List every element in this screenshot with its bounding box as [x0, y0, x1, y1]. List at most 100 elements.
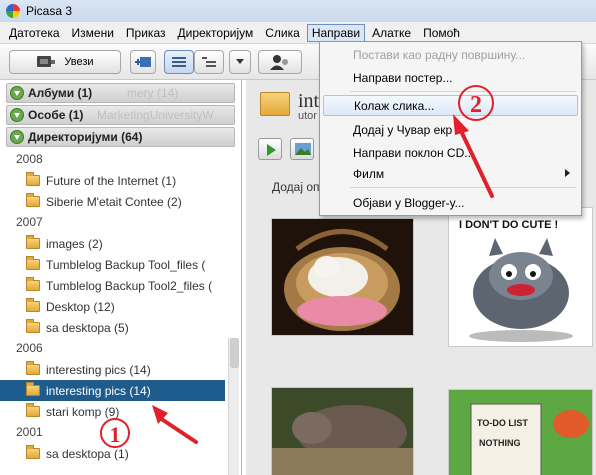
collapse-icon	[10, 86, 24, 100]
picasa-app-icon	[6, 4, 20, 18]
menu-separator	[350, 91, 576, 92]
folder-item[interactable]: Desktop (12)	[0, 296, 241, 317]
picture-collage-item[interactable]: Колаж слика...	[323, 95, 578, 116]
folder-label: Tumblelog Backup Tool_files (	[46, 257, 206, 272]
people-header[interactable]: Особе (1) MarketingUniversityW	[6, 105, 235, 125]
todo-cartoon-photo: TO-DO LIST NOTHING	[449, 390, 592, 475]
folder-label: Siberie M'etait Contee (2)	[46, 194, 182, 209]
photo-thumbnail[interactable]: TO-DO LIST NOTHING	[448, 389, 593, 475]
window-title: Picasa 3	[26, 4, 73, 18]
menu-separator	[350, 187, 576, 188]
year-label: 2007	[16, 215, 43, 229]
folder-item[interactable]: interesting pics (14)	[0, 359, 241, 380]
menu-file[interactable]: Датотека	[4, 24, 65, 42]
folder-item[interactable]: Tumblelog Backup Tool_files (	[0, 254, 241, 275]
albums-label: Албуми (1)	[28, 86, 93, 100]
folder-label: images (2)	[46, 236, 103, 251]
menu-create[interactable]: Направи	[306, 23, 366, 42]
import-button[interactable]: Увези	[9, 50, 121, 74]
folder-item[interactable]: stari komp (9)	[0, 401, 241, 422]
folder-label: sa desktopa (1)	[46, 446, 129, 461]
folder-icon	[26, 403, 40, 417]
folder-subtitle: utor	[298, 110, 317, 122]
sidebar-scrollbar[interactable]	[228, 338, 239, 475]
folder-icon	[26, 382, 40, 396]
folder-item[interactable]: Future of the Internet (1)	[0, 170, 241, 191]
folder-item[interactable]: sa desktopa (5)	[0, 317, 241, 338]
folder-icon	[260, 92, 290, 116]
folder-label: sa desktopa (5)	[46, 320, 129, 335]
folder-icon	[26, 277, 40, 291]
photo-thumbnail[interactable]	[271, 387, 414, 475]
menu-folder[interactable]: Директоријум	[172, 24, 258, 42]
menu-tools[interactable]: Алатке	[367, 24, 416, 42]
folder-icon	[26, 445, 40, 459]
folder-icon	[26, 172, 40, 186]
cartoon-cat-photo: I DON'T DO CUTE !	[449, 208, 592, 346]
folder-label: stari komp (9)	[46, 404, 120, 419]
folder-label: interesting pics (14)	[46, 362, 151, 377]
folder-icon	[26, 235, 40, 249]
slideshow-button[interactable]	[258, 138, 282, 160]
folder-item-selected[interactable]: interesting pics (14)	[0, 380, 225, 401]
folder-item[interactable]: Siberie M'etait Contee (2)	[0, 191, 241, 212]
list-view-button[interactable]	[164, 50, 194, 74]
tree-view-button[interactable]	[194, 50, 224, 74]
folder-label: Future of the Internet (1)	[46, 173, 177, 188]
movie-label: Филм	[353, 166, 385, 181]
people-ghost-text: MarketingUniversityW	[97, 108, 214, 122]
people-button[interactable]	[258, 50, 302, 74]
folder-icon	[26, 319, 40, 333]
folder-item[interactable]: images (2)	[0, 233, 241, 254]
folder-icon	[26, 256, 40, 270]
menu-picture[interactable]: Слика	[260, 24, 305, 42]
chevron-down-icon	[236, 59, 244, 64]
tree-view-icon	[202, 57, 216, 67]
collapse-icon	[10, 130, 24, 144]
pig-photo	[272, 388, 413, 475]
menu-view[interactable]: Приказ	[121, 24, 171, 42]
create-gift-cd-item[interactable]: Направи поклон CD...	[323, 142, 578, 163]
scrollbar-thumb[interactable]	[230, 338, 239, 368]
list-view-icon	[172, 57, 186, 67]
folder-label: Desktop (12)	[46, 299, 115, 314]
folder-sidebar: Албуми (1) mery (14) Особе (1) Marketing…	[0, 80, 242, 475]
submenu-arrow-icon	[565, 169, 570, 177]
photo-thumbnail[interactable]: I DON'T DO CUTE !	[448, 207, 593, 347]
thumb-caption: I DON'T DO CUTE !	[459, 219, 558, 231]
folders-header[interactable]: Директоријуми (64)	[6, 127, 235, 147]
folder-label: interesting pics (14)	[46, 383, 151, 398]
albums-header[interactable]: Албуми (1) mery (14)	[6, 83, 235, 103]
people-label: Особе (1)	[28, 108, 84, 122]
menu-help[interactable]: Помоћ	[418, 24, 465, 42]
albums-ghost-text: mery (14)	[127, 86, 179, 100]
year-label: 2006	[16, 341, 43, 355]
create-menu-dropdown: Постави као радну површину... Направи по…	[319, 41, 582, 216]
add-to-album-button[interactable]	[130, 50, 156, 74]
import-button-label: Увези	[64, 56, 94, 68]
movie-submenu-item[interactable]: Филм	[323, 163, 578, 184]
folder-icon	[26, 298, 40, 312]
import-icon	[37, 56, 56, 67]
image-icon	[295, 143, 311, 155]
add-to-screensaver-item[interactable]: Додај у Чувар екр	[323, 119, 578, 140]
people-icon	[270, 55, 288, 70]
folder-icon	[26, 361, 40, 375]
add-caption-text[interactable]: Додај оп	[272, 180, 320, 194]
folder-icon	[26, 193, 40, 207]
blog-this-item[interactable]: Објави у Blogger-у...	[323, 192, 578, 213]
year-label: 2001	[16, 425, 43, 439]
make-poster-item[interactable]: Направи постер...	[323, 67, 578, 88]
folder-item[interactable]: Tumblelog Backup Tool2_files (	[0, 275, 241, 296]
edit-image-button[interactable]	[290, 138, 314, 160]
menu-edit[interactable]: Измени	[67, 24, 119, 42]
thumb-caption: TO-DO LIST	[477, 418, 528, 428]
folder-item[interactable]: sa desktopa (1)	[0, 443, 241, 464]
add-to-album-icon	[135, 57, 151, 67]
collapse-icon	[10, 108, 24, 122]
folders-label: Директоријуми (64)	[28, 130, 143, 144]
photo-thumbnail[interactable]	[271, 218, 414, 336]
folder-label: Tumblelog Backup Tool2_files (	[46, 278, 213, 293]
title-bar: Picasa 3	[0, 0, 596, 22]
sort-dropdown-button[interactable]	[229, 50, 251, 74]
